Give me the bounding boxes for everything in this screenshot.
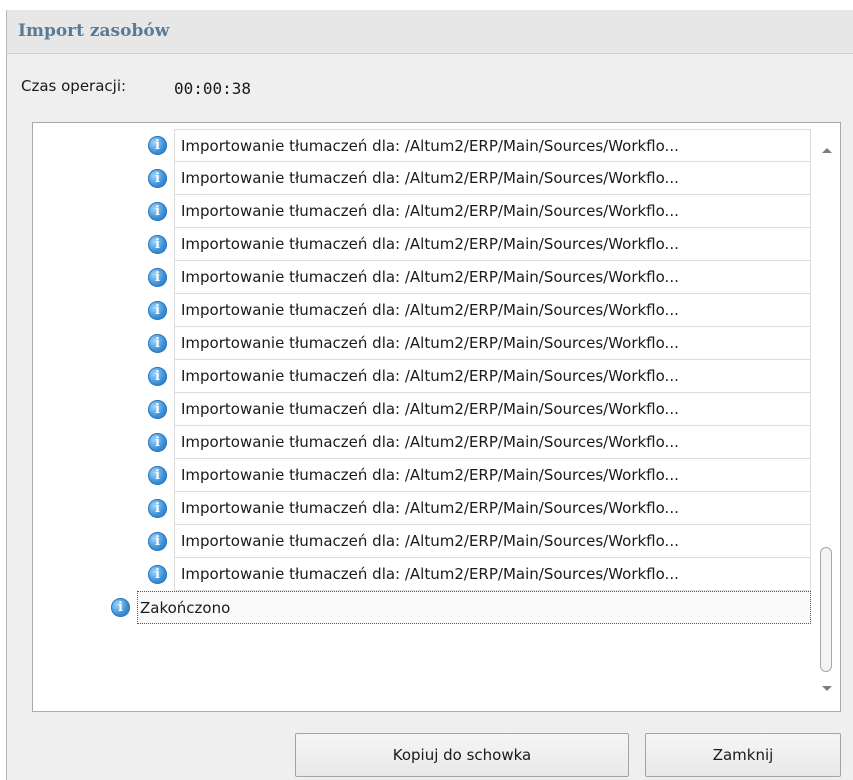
log-entry[interactable]: i Importowanie tłumaczeń dla: /Altum2/ERP…	[33, 459, 813, 492]
log-entry-text: Importowanie tłumaczeń dla: /Altum2/ERP/…	[174, 294, 811, 327]
log-entry[interactable]: i Importowanie tłumaczeń dla: /Altum2/ERP…	[33, 558, 813, 591]
copy-to-clipboard-button[interactable]: Kopiuj do schowka	[295, 733, 629, 777]
log-entry[interactable]: i Importowanie tłumaczeń dla: /Altum2/ERP…	[33, 492, 813, 525]
log-entry[interactable]: i Importowanie tłumaczeń dla: /Altum2/ERP…	[33, 360, 813, 393]
log-entry[interactable]: i Importowanie tłumaczeń dla: /Altum2/ERP…	[33, 294, 813, 327]
info-icon: i	[148, 367, 167, 386]
scroll-thumb[interactable]	[820, 547, 832, 672]
log-entry[interactable]: i Importowanie tłumaczeń dla: /Altum2/ERP…	[33, 228, 813, 261]
info-icon: i	[148, 334, 167, 353]
info-icon: i	[148, 565, 167, 584]
close-button[interactable]: Zamknij	[645, 733, 841, 777]
log-entry-text: Importowanie tłumaczeń dla: /Altum2/ERP/…	[174, 327, 811, 360]
info-icon: i	[148, 499, 167, 518]
log-entry-text: Zakończono	[137, 591, 811, 624]
vertical-scrollbar[interactable]	[814, 123, 840, 711]
title-bar: Import zasobów	[7, 10, 853, 54]
log-entry-text: Importowanie tłumaczeń dla: /Altum2/ERP/…	[174, 393, 811, 426]
log-entry-text: Importowanie tłumaczeń dla: /Altum2/ERP/…	[174, 492, 811, 525]
log-entry-text: Importowanie tłumaczeń dla: /Altum2/ERP/…	[174, 261, 811, 294]
info-icon: i	[148, 136, 167, 155]
info-icon: i	[148, 202, 167, 221]
operation-time-label: Czas operacji:	[21, 77, 127, 95]
scroll-down-arrow-icon[interactable]	[822, 686, 832, 691]
dialog-title: Import zasobów	[18, 21, 170, 41]
info-icon: i	[148, 433, 167, 452]
info-icon: i	[148, 169, 167, 188]
log-entry-text: Importowanie tłumaczeń dla: /Altum2/ERP/…	[174, 360, 811, 393]
log-entry-final[interactable]: i Zakończono	[33, 591, 813, 624]
log-entry[interactable]: i Importowanie tłumaczeń dla: /Altum2/ERP…	[33, 426, 813, 459]
log-entry[interactable]: i Importowanie tłumaczeń dla: /Altum2/ERP…	[33, 129, 813, 162]
log-entry-text: Importowanie tłumaczeń dla: /Altum2/ERP/…	[174, 129, 811, 162]
info-icon: i	[148, 235, 167, 254]
log-entry-text: Importowanie tłumaczeń dla: /Altum2/ERP/…	[174, 162, 811, 195]
log-entry[interactable]: i Importowanie tłumaczeń dla: /Altum2/ERP…	[33, 327, 813, 360]
info-icon: i	[148, 532, 167, 551]
log-entry[interactable]: i Importowanie tłumaczeń dla: /Altum2/ERP…	[33, 261, 813, 294]
log-entry[interactable]: i Importowanie tłumaczeń dla: /Altum2/ERP…	[33, 195, 813, 228]
log-entry[interactable]: i Importowanie tłumaczeń dla: /Altum2/ERP…	[33, 393, 813, 426]
info-icon: i	[111, 598, 130, 617]
log-entry-text: Importowanie tłumaczeń dla: /Altum2/ERP/…	[174, 426, 811, 459]
log-entry-text: Importowanie tłumaczeń dla: /Altum2/ERP/…	[174, 228, 811, 261]
operation-time-value: 00:00:38	[174, 79, 252, 98]
scroll-up-arrow-icon[interactable]	[822, 148, 832, 153]
log-entry-text: Importowanie tłumaczeń dla: /Altum2/ERP/…	[174, 558, 811, 591]
info-icon: i	[148, 268, 167, 287]
import-dialog: Import zasobów Czas operacji: 00:00:38 i…	[6, 10, 853, 780]
info-icon: i	[148, 301, 167, 320]
log-entry-text: Importowanie tłumaczeń dla: /Altum2/ERP/…	[174, 459, 811, 492]
info-icon: i	[148, 400, 167, 419]
log-entry[interactable]: i Importowanie tłumaczeń dla: /Altum2/ERP…	[33, 525, 813, 558]
log-list[interactable]: i Importowanie tłumaczeń dla: /Altum2/ERP…	[32, 122, 841, 712]
log-entry-text: Importowanie tłumaczeń dla: /Altum2/ERP/…	[174, 525, 811, 558]
log-entry-text: Importowanie tłumaczeń dla: /Altum2/ERP/…	[174, 195, 811, 228]
info-icon: i	[148, 466, 167, 485]
log-entry[interactable]: i Importowanie tłumaczeń dla: /Altum2/ERP…	[33, 162, 813, 195]
